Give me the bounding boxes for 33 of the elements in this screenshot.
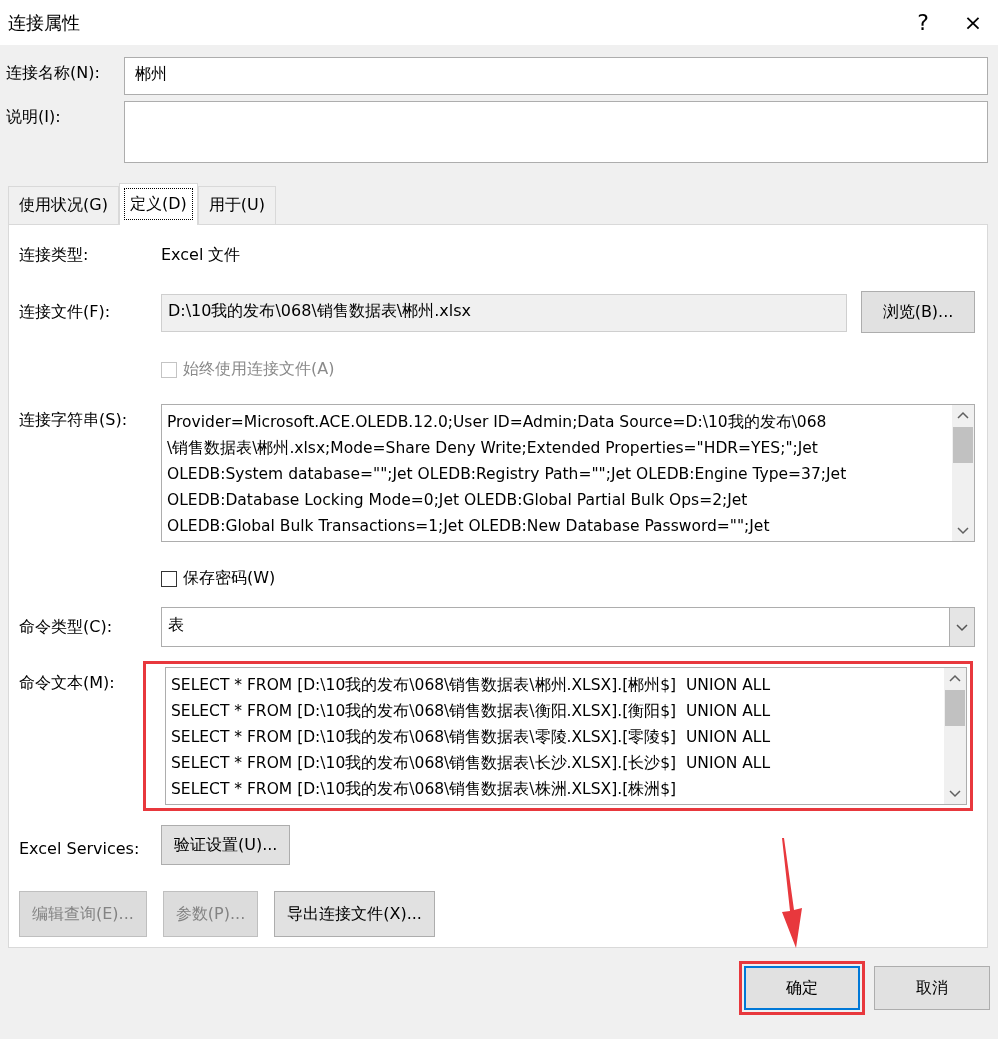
tab[interactable]: 定义(D)	[118, 183, 198, 225]
field-label: 说明(I):	[6, 106, 62, 128]
connection-file-field[interactable]: D:\10我的发布\068\销售数据表\郴州.xlsx	[161, 294, 847, 332]
scrollbar[interactable]	[952, 405, 974, 541]
tab[interactable]: 用于(U)	[197, 186, 276, 224]
checkbox-label: 保存密码(W)	[183, 568, 276, 589]
connection-type-value: Excel 文件	[161, 244, 242, 266]
checkbox-label: 始终使用连接文件(A)	[183, 359, 335, 380]
browse-button[interactable]: 浏览(B)...	[861, 291, 975, 333]
field-label: 连接名称(N):	[6, 62, 101, 84]
action-button[interactable]: 导出连接文件(X)...	[274, 891, 435, 937]
command-text-field[interactable]: SELECT * FROM [D:\10我的发布\068\销售数据表\郴州.XLSX].[郴州$] UNION ALL SELECT * FROM [D:\10我的发布\068\销售数据表\衡阳.XLSX].[衡阳$] UNION ALL SELECT * FROM [D:\10我的发布\068\销售数据表\零陵.XLSX].[零陵$] UNION ALL SELECT * FROM [D:\10我的发布\068\销售数据表\长沙.XLSX].[长沙$] UNION ALL SELECT * FROM [D:\10我的发布\068\销售数据表\株洲.XLSX].[株洲$]	[165, 667, 967, 805]
field-label: 连接类型:	[19, 244, 90, 266]
field-label: 命令文本(M):	[19, 672, 116, 694]
help-button[interactable]: ?	[898, 0, 948, 45]
validation-settings-button[interactable]: 验证设置(U)...	[161, 825, 291, 865]
close-button[interactable]: ×	[948, 0, 998, 45]
scrollbar[interactable]	[944, 668, 966, 804]
field-label: 命令类型(C):	[19, 616, 114, 638]
checkbox[interactable]	[161, 570, 177, 587]
connection-string-field[interactable]: Provider=Microsoft.ACE.OLEDB.12.0;User ID=Admin;Data Source=D:\10我的发布\068 \销售数据表\郴州.xlsx;Mode=Share Deny Write;Extended Properties="HDR=YES;";Jet OLEDB:System database="";Jet OLEDB:Registry Path="";Jet OLEDB:Engine Type=37;Jet OLEDB:Database Locking Mode=0;Jet OLEDB:Global Partial Bulk Ops=2;Jet OLEDB:Global Bulk Transactions=1;Jet OLEDB:New Database Password="";Jet	[161, 404, 975, 542]
scrollbar-thumb[interactable]	[953, 427, 973, 463]
command-type-dropdown[interactable]: 表	[161, 607, 975, 647]
window-title: 连接属性	[8, 10, 81, 35]
scrollbar-thumb[interactable]	[945, 690, 965, 726]
ok-button[interactable]: 确定	[744, 966, 860, 1010]
field-label: 连接字符串(S):	[19, 409, 129, 431]
description-field[interactable]	[124, 101, 988, 163]
field-label: 连接文件(F):	[19, 301, 112, 323]
field-label: Excel Services:	[19, 838, 141, 860]
tab[interactable]: 使用状况(G)	[8, 186, 119, 224]
cancel-button[interactable]: 取消	[874, 966, 990, 1010]
name-field[interactable]: 郴州	[124, 57, 988, 95]
